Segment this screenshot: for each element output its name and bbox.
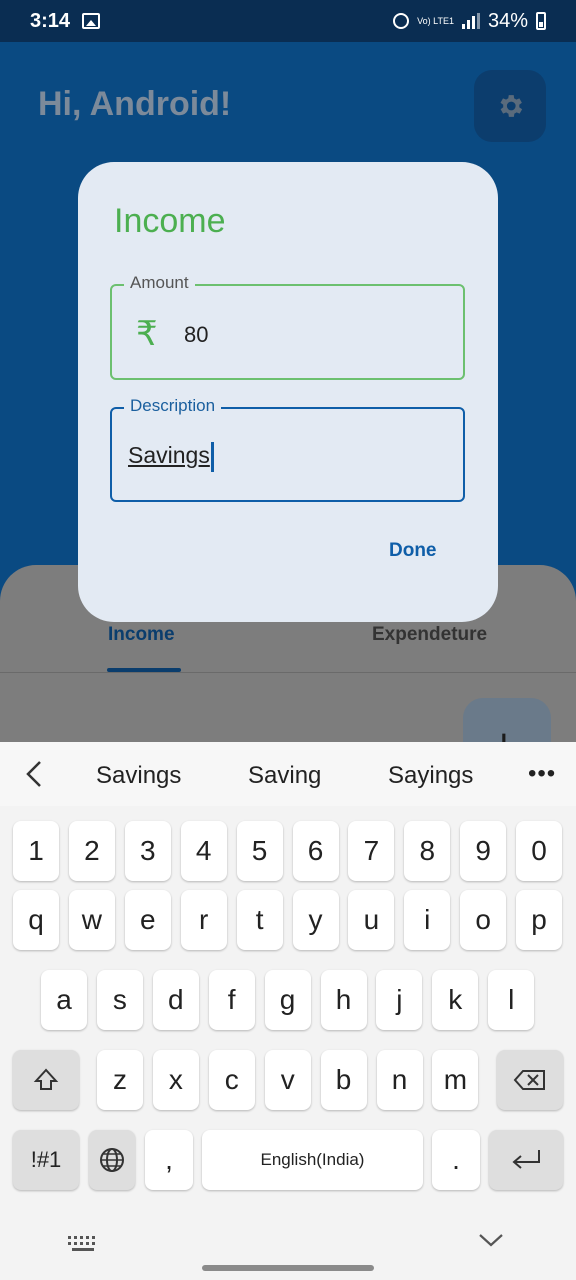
shift-key[interactable] xyxy=(13,1050,79,1110)
key-h[interactable]: h xyxy=(320,970,367,1030)
keyboard: Savings Saving Sayings ••• 1234567890 qwe… xyxy=(0,742,576,1280)
battery-percent: 34% xyxy=(487,9,528,32)
amount-field[interactable]: Amount ₹ 80 xyxy=(110,273,465,380)
key-i[interactable]: i xyxy=(404,890,451,950)
key-5[interactable]: 5 xyxy=(236,821,283,881)
chevron-left-icon[interactable] xyxy=(24,760,44,788)
key-m[interactable]: m xyxy=(432,1050,479,1110)
key-k[interactable]: k xyxy=(432,970,479,1030)
key-w[interactable]: w xyxy=(68,890,115,950)
key-f[interactable]: f xyxy=(208,970,255,1030)
key-2[interactable]: 2 xyxy=(68,821,115,881)
key-0[interactable]: 0 xyxy=(516,821,563,881)
language-key[interactable] xyxy=(89,1130,135,1190)
status-time: 3:14 xyxy=(30,9,71,32)
description-value: Savings xyxy=(128,442,214,472)
period-key[interactable]: . xyxy=(432,1130,480,1190)
enter-icon xyxy=(512,1150,540,1169)
key-7[interactable]: 7 xyxy=(348,821,395,881)
suggestion-1[interactable]: Savings xyxy=(96,762,181,790)
text-cursor xyxy=(210,442,214,472)
description-text: Savings xyxy=(128,442,210,469)
key-9[interactable]: 9 xyxy=(460,821,507,881)
key-x[interactable]: x xyxy=(152,1050,199,1110)
key-c[interactable]: c xyxy=(208,1050,255,1110)
settings-button[interactable] xyxy=(474,70,546,142)
key-p[interactable]: p xyxy=(516,890,563,950)
suggestion-3[interactable]: Sayings xyxy=(388,762,473,790)
key-n[interactable]: n xyxy=(376,1050,423,1110)
key-q[interactable]: q xyxy=(13,890,59,950)
globe-icon xyxy=(100,1148,124,1172)
tab-expendeture[interactable]: Expendeture xyxy=(372,624,487,646)
suggestion-bar: Savings Saving Sayings ••• xyxy=(0,742,576,806)
key-o[interactable]: o xyxy=(460,890,507,950)
gear-icon xyxy=(495,91,525,121)
alarm-icon xyxy=(393,13,410,29)
key-6[interactable]: 6 xyxy=(292,821,339,881)
chevron-down-icon[interactable] xyxy=(478,1232,504,1248)
key-j[interactable]: j xyxy=(376,970,423,1030)
key-s[interactable]: s xyxy=(96,970,143,1030)
space-key[interactable]: English(India) xyxy=(202,1130,423,1190)
image-notification-icon xyxy=(82,13,101,29)
enter-key[interactable] xyxy=(489,1130,563,1190)
key-4[interactable]: 4 xyxy=(180,821,227,881)
volte-icon: Vo) LTE1 xyxy=(417,15,454,26)
key-b[interactable]: b xyxy=(320,1050,367,1110)
done-button[interactable]: Done xyxy=(389,540,437,562)
description-field[interactable]: Description Savings xyxy=(110,396,465,502)
comma-key[interactable]: , xyxy=(145,1130,193,1190)
battery-icon xyxy=(536,12,546,30)
home-indicator[interactable] xyxy=(202,1265,374,1271)
amount-value: 80 xyxy=(184,322,209,347)
key-d[interactable]: d xyxy=(152,970,199,1030)
key-a[interactable]: a xyxy=(41,970,87,1030)
key-t[interactable]: t xyxy=(236,890,283,950)
amount-label: Amount xyxy=(124,273,195,293)
status-bar: 3:14 Vo) LTE1 34% xyxy=(0,0,576,42)
income-dialog: Income Amount ₹ 80 Description Savings D… xyxy=(78,162,498,622)
signal-icon xyxy=(461,13,480,29)
tab-income[interactable]: Income xyxy=(108,624,175,646)
key-z[interactable]: z xyxy=(97,1050,143,1110)
backspace-icon xyxy=(513,1070,545,1090)
key-y[interactable]: y xyxy=(292,890,339,950)
key-u[interactable]: u xyxy=(348,890,395,950)
key-g[interactable]: g xyxy=(264,970,311,1030)
key-r[interactable]: r xyxy=(180,890,227,950)
key-3[interactable]: 3 xyxy=(124,821,171,881)
key-v[interactable]: v xyxy=(264,1050,311,1110)
more-options-icon[interactable]: ••• xyxy=(528,760,556,788)
key-e[interactable]: e xyxy=(124,890,171,950)
dialog-title: Income xyxy=(114,202,226,240)
symbols-key[interactable]: !#1 xyxy=(13,1130,79,1190)
keyboard-icon[interactable] xyxy=(68,1236,98,1252)
key-l[interactable]: l xyxy=(488,970,535,1030)
tab-divider xyxy=(0,672,576,673)
description-label: Description xyxy=(124,396,222,416)
key-1[interactable]: 1 xyxy=(13,821,59,881)
rupee-icon: ₹ xyxy=(136,315,158,353)
suggestion-2[interactable]: Saving xyxy=(248,762,321,790)
greeting-title: Hi, Android! xyxy=(38,85,232,123)
backspace-key[interactable] xyxy=(497,1050,563,1110)
shift-icon xyxy=(33,1068,59,1090)
key-8[interactable]: 8 xyxy=(404,821,451,881)
